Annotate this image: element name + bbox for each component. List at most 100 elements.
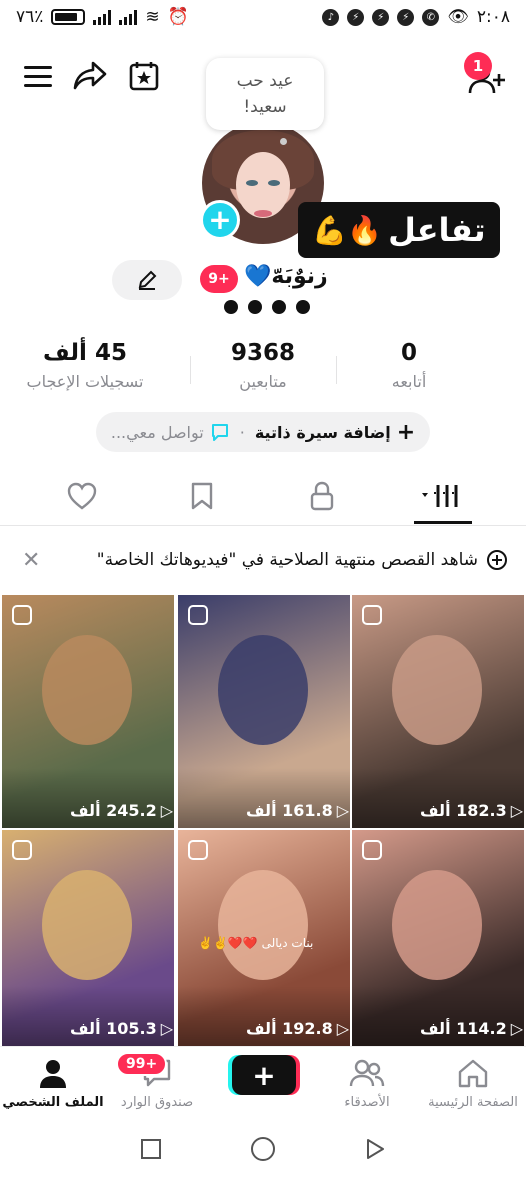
multi-photo-icon	[188, 605, 208, 625]
tiktok-icon: ♪	[322, 8, 340, 26]
stat-following[interactable]: 0 أتابعه	[334, 340, 484, 391]
note-line-1: عيد حب	[236, 71, 294, 91]
play-icon: ▷	[336, 1019, 350, 1038]
play-icon: ▷	[336, 801, 350, 820]
sticker-emojis: 🔥💪	[312, 213, 383, 247]
heart-icon	[67, 482, 97, 510]
tab-videos[interactable]	[418, 478, 468, 514]
note-bubble[interactable]: عيد حب سعيد!	[206, 58, 324, 130]
multi-photo-icon	[12, 840, 32, 860]
stat-followers-value: 9368	[230, 340, 295, 366]
nav-profile-label: الملف الشخصي	[2, 1095, 104, 1110]
share-icon[interactable]	[72, 58, 108, 94]
pencil-icon	[138, 270, 157, 290]
edit-profile-button[interactable]	[112, 260, 182, 300]
stat-followers-label: متابعين	[239, 372, 287, 391]
chat-bubble-icon	[211, 424, 228, 441]
add-story-button[interactable]: +	[200, 200, 240, 240]
lock-icon	[310, 481, 334, 511]
video-tile[interactable]: ▷ 105.3 ألف	[2, 830, 174, 1046]
status-bar: ٧٦٪ ≋ ⏰ ♪ ⚡ ⚡ ⚡ ✆ 👁 ٢:٠٨	[0, 0, 526, 34]
notification-badge: 1	[464, 52, 492, 80]
tab-favorites[interactable]	[182, 478, 222, 514]
plus-icon: +	[396, 419, 416, 445]
video-tile[interactable]: ▷ 245.2 ألف	[2, 595, 174, 828]
username-hidden	[224, 300, 310, 314]
add-bio-button[interactable]: + إضافة سيرة ذاتية	[255, 420, 415, 445]
video-thumbnail	[218, 635, 308, 745]
video-views: ▷ 114.2 ألف	[420, 1019, 524, 1038]
note-tail-dot	[280, 138, 287, 145]
back-icon[interactable]	[363, 1137, 387, 1161]
nav-friends-label: الأصدقاء	[344, 1095, 390, 1110]
video-tile[interactable]: ▷ 114.2 ألف	[352, 830, 524, 1046]
nav-home[interactable]: الصفحة الرئيسية	[418, 1057, 526, 1110]
messenger-icon: ⚡	[347, 8, 365, 26]
alarm-icon: ⏰	[167, 7, 189, 27]
clock-time: ٢:٠٨	[476, 7, 510, 27]
story-plus-icon	[487, 550, 507, 570]
menu-icon[interactable]	[22, 60, 54, 92]
video-thumbnail	[392, 870, 482, 980]
grid-icon	[422, 485, 460, 507]
video-views: ▷ 182.3 ألف	[420, 801, 524, 820]
battery-icon	[51, 9, 86, 25]
play-icon: ▷	[510, 1019, 524, 1038]
nav-home-label: الصفحة الرئيسية	[428, 1095, 518, 1110]
stat-followers[interactable]: 9368 متابعين	[188, 340, 338, 391]
multi-photo-icon	[12, 605, 32, 625]
expired-stories-banner[interactable]: ✕ شاهد القصص منتهية الصلاحية في "فيديوها…	[0, 536, 526, 584]
video-thumbnail	[218, 870, 308, 980]
wifi-icon: ≋	[145, 7, 160, 27]
video-tile[interactable]: بنات ديالى ❤️❤️✌️✌️ ▷ 192.8 ألف	[178, 830, 350, 1046]
recents-icon[interactable]	[139, 1137, 163, 1161]
video-views: ▷ 245.2 ألف	[70, 801, 174, 820]
tab-private[interactable]	[302, 478, 342, 514]
nav-friends[interactable]: الأصدقاء	[312, 1057, 422, 1110]
note-line-2: سعيد!	[243, 97, 287, 117]
whatsapp-icon: ✆	[422, 8, 440, 26]
sticker-text: تفاعل	[388, 211, 486, 249]
video-caption: بنات ديالى ❤️❤️✌️✌️	[198, 936, 314, 950]
calendar-star-icon[interactable]	[126, 58, 162, 94]
messenger-icon-2: ⚡	[372, 8, 390, 26]
video-views: ▷ 161.8 ألف	[246, 801, 350, 820]
stat-following-label: أتابعه	[391, 372, 427, 391]
play-icon: ▷	[510, 801, 524, 820]
video-thumbnail	[42, 870, 132, 980]
stat-likes[interactable]: 45 ألف تسجيلات الإعجاب	[10, 340, 160, 391]
video-views: ▷ 105.3 ألف	[70, 1019, 174, 1038]
video-views: ▷ 192.8 ألف	[246, 1019, 350, 1038]
close-icon[interactable]: ✕	[22, 548, 40, 573]
video-thumbnail	[392, 635, 482, 745]
banner-text: شاهد القصص منتهية الصلاحية في "فيديوهاتك…	[96, 550, 478, 570]
multi-photo-icon	[188, 840, 208, 860]
video-tile[interactable]: ▷ 161.8 ألف	[178, 595, 350, 828]
interact-sticker: تفاعل 🔥💪	[298, 202, 500, 258]
bookmark-icon	[191, 482, 213, 510]
profile-icon	[40, 1060, 66, 1088]
status-left: ٧٦٪ ≋ ⏰	[16, 7, 189, 27]
contact-button[interactable]: تواصل معي...	[111, 422, 230, 442]
tab-liked[interactable]	[62, 478, 102, 514]
home-circle-icon[interactable]	[249, 1135, 277, 1163]
bottom-nav: الصفحة الرئيسية الأصدقاء + صندوق الوارد …	[0, 1046, 526, 1120]
nav-profile[interactable]: الملف الشخصي	[0, 1057, 108, 1110]
system-nav	[0, 1120, 526, 1178]
inbox-badge: 99+	[116, 1052, 168, 1076]
video-thumbnail	[42, 635, 132, 745]
stat-likes-label: تسجيلات الإعجاب	[26, 372, 144, 391]
profile-tabs	[0, 466, 526, 526]
video-tile[interactable]: ▷ 182.3 ألف	[352, 595, 524, 828]
display-name: زنوٌبَهّ💙	[244, 264, 328, 289]
level-badge: 9+	[200, 265, 238, 293]
messenger-icon-3: ⚡	[397, 8, 415, 26]
multi-photo-icon	[362, 605, 382, 625]
friends-icon	[349, 1059, 385, 1087]
add-bio-label: إضافة سيرة ذاتية	[254, 422, 391, 442]
signal-icon-2	[119, 9, 138, 25]
play-icon: ▷	[160, 801, 174, 820]
create-button[interactable]: +	[232, 1055, 296, 1095]
bio-pill[interactable]: + إضافة سيرة ذاتية · تواصل معي...	[96, 412, 430, 452]
home-icon	[458, 1059, 488, 1088]
